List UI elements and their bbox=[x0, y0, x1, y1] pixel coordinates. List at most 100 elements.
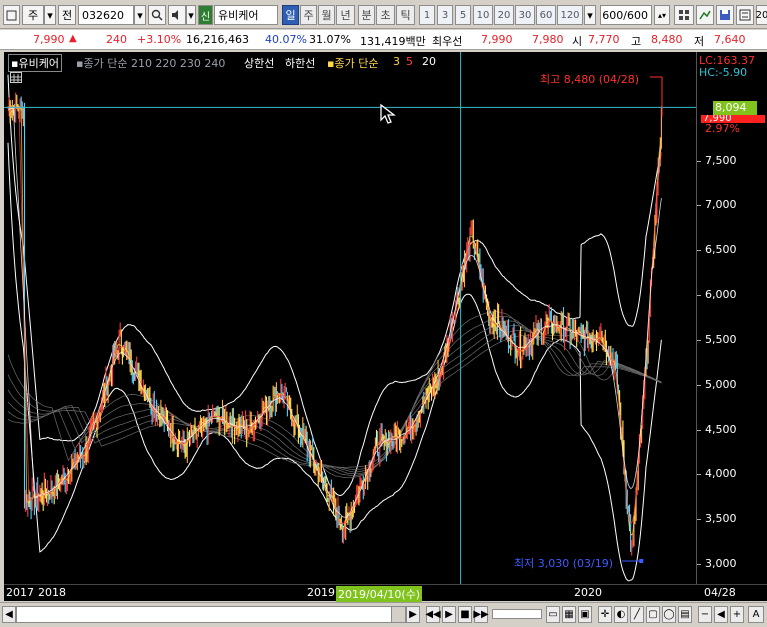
y-tick bbox=[697, 160, 701, 162]
x-label-2020: 2020 bbox=[574, 586, 602, 599]
best-bid: 7,990 bbox=[481, 33, 513, 46]
text-tool-icon[interactable]: ▤ bbox=[678, 606, 692, 623]
y-tick-label: 7,500 bbox=[705, 153, 737, 167]
high-price: 8,480 bbox=[651, 33, 683, 46]
stop-icon[interactable]: ■ bbox=[458, 606, 472, 623]
toolbar: 주 ▾ 전 032620 ▾ ▾ 신 유비케어 일 주 월 년 분 초 틱 1 … bbox=[0, 0, 767, 29]
quote-bar: 7,990 ▲ 240 +3.10% 16,216,463 40.07% 31.… bbox=[0, 30, 767, 50]
low-marker bbox=[639, 559, 644, 563]
period-month[interactable]: 월 bbox=[318, 5, 335, 25]
change-percent: +3.10% bbox=[137, 33, 182, 46]
scroll-end-icon[interactable]: ◀ bbox=[714, 606, 728, 623]
scroll-left-icon[interactable]: ◀ bbox=[2, 606, 16, 623]
date-axis[interactable]: 2017 2018 2019 2019/04/10(수) 2020 04/28 bbox=[4, 584, 767, 602]
y-tick-label: 4,500 bbox=[705, 422, 737, 436]
speaker-icon[interactable] bbox=[168, 5, 186, 25]
plot-svg bbox=[4, 52, 696, 584]
y-tick-label: 5,000 bbox=[705, 377, 737, 391]
y-tick bbox=[697, 250, 701, 252]
window-icon[interactable] bbox=[3, 5, 20, 25]
price-axis[interactable]: LC:163.37 HC:-5.90 8,094 7,990 2.97% 7,5… bbox=[696, 52, 767, 584]
mode-select[interactable]: 전 bbox=[58, 5, 76, 25]
open-label: 시 bbox=[572, 35, 583, 48]
minute-step-120[interactable]: 120 bbox=[557, 5, 583, 25]
market-select[interactable]: 주 bbox=[22, 5, 44, 25]
y-tick bbox=[697, 205, 701, 207]
change-value: 240 bbox=[106, 33, 127, 46]
period-week[interactable]: 주 bbox=[300, 5, 317, 25]
bottom-toolbar: ◀ ▶ ◀◀ ▶ ■ ▶▶ ▭ ▦ ▣ ✛ ◐ ╱ ▢ ◯ ▤ − ◀ + A bbox=[0, 602, 767, 627]
x-label-last-date: 04/28 bbox=[704, 586, 736, 599]
rectangle-icon[interactable]: ▢ bbox=[646, 606, 660, 623]
save-icon[interactable] bbox=[716, 5, 734, 25]
auto-scale-icon[interactable]: A bbox=[748, 606, 764, 623]
grid-tools-icon[interactable] bbox=[674, 5, 694, 25]
code-input[interactable]: 032620 bbox=[78, 5, 134, 25]
price-chart[interactable]: ▪유비케어 ▪종가 단순 210 220 230 240 상한선 하한선 ▪종가… bbox=[4, 52, 696, 584]
y-tick-label: 6,000 bbox=[705, 288, 737, 302]
volume: 16,216,463 bbox=[186, 33, 249, 46]
y-tick bbox=[697, 474, 701, 476]
minute-step-60[interactable]: 60 bbox=[536, 5, 556, 25]
minute-step-5[interactable]: 5 bbox=[455, 5, 471, 25]
crosshair-icon[interactable]: ✛ bbox=[598, 606, 612, 623]
x-label-2017: 2017 bbox=[6, 586, 34, 599]
lower-band-line bbox=[7, 142, 662, 582]
zoom-in-icon[interactable]: + bbox=[730, 606, 744, 623]
current-price: 7,990 bbox=[33, 33, 65, 46]
y-tick bbox=[697, 384, 701, 386]
low-label: 저 bbox=[694, 35, 705, 48]
minute-step-20[interactable]: 20 bbox=[494, 5, 514, 25]
y-tick bbox=[697, 295, 701, 297]
period-tick[interactable]: 틱 bbox=[396, 5, 415, 25]
speed-slider[interactable] bbox=[492, 609, 542, 619]
period-year[interactable]: 년 bbox=[336, 5, 355, 25]
horizontal-scrollbar[interactable] bbox=[16, 606, 406, 623]
period-day[interactable]: 일 bbox=[282, 5, 299, 25]
x-label-2018: 2018 bbox=[38, 586, 66, 599]
turnover-rate: 40.07% bbox=[265, 33, 307, 46]
zoom-out-icon[interactable]: − bbox=[698, 606, 712, 623]
cursor-date-box: 2019/04/10(수) bbox=[336, 586, 423, 602]
more-button[interactable]: 20 bbox=[756, 5, 767, 25]
minute-step-30[interactable]: 30 bbox=[515, 5, 535, 25]
stepper-icon[interactable]: ▴▾ bbox=[654, 5, 670, 25]
screenshot-icon[interactable]: ▣ bbox=[578, 606, 592, 623]
y-tick-label: 4,000 bbox=[705, 467, 737, 481]
volume-ratio: 31.07% bbox=[309, 33, 351, 46]
stock-name-field[interactable]: 유비케어 bbox=[214, 5, 278, 25]
count-input[interactable]: 600/600 bbox=[600, 5, 652, 25]
zoom-fit-icon[interactable]: ▭ bbox=[546, 606, 560, 623]
y-tick bbox=[697, 339, 701, 341]
last-icon[interactable]: ▶▶ bbox=[473, 606, 489, 623]
chart-window: 주 ▾ 전 032620 ▾ ▾ 신 유비케어 일 주 월 년 분 초 틱 1 … bbox=[0, 0, 767, 627]
y-tick bbox=[697, 564, 701, 566]
upper-band-line bbox=[7, 74, 662, 497]
draw-line-icon[interactable]: ╱ bbox=[630, 606, 644, 623]
compare-icon[interactable] bbox=[696, 5, 714, 25]
minute-step-1[interactable]: 1 bbox=[419, 5, 435, 25]
chevron-down-icon[interactable]: ▾ bbox=[44, 5, 56, 25]
ellipse-icon[interactable]: ◯ bbox=[662, 606, 676, 623]
scroll-right-icon[interactable]: ▶ bbox=[406, 606, 420, 623]
minute-step-10[interactable]: 10 bbox=[473, 5, 493, 25]
y-tick-label: 7,000 bbox=[705, 198, 737, 212]
zoom-area-icon[interactable]: ▦ bbox=[562, 606, 576, 623]
scroll-thumb[interactable] bbox=[391, 607, 405, 622]
play-icon[interactable]: ▶ bbox=[442, 606, 456, 623]
settings-icon[interactable] bbox=[736, 5, 754, 25]
search-icon[interactable] bbox=[148, 5, 166, 25]
period-minute[interactable]: 분 bbox=[358, 5, 375, 25]
chevron-down-icon[interactable]: ▾ bbox=[134, 5, 146, 25]
chevron-down-icon[interactable]: ▾ bbox=[186, 5, 196, 25]
first-icon[interactable]: ◀◀ bbox=[425, 606, 441, 623]
magnet-icon[interactable]: ◐ bbox=[614, 606, 628, 623]
period-second[interactable]: 초 bbox=[376, 5, 395, 25]
cursor-price-box: 8,094 bbox=[713, 101, 757, 115]
y-tick-label: 5,500 bbox=[705, 332, 737, 346]
chevron-down-icon[interactable]: ▾ bbox=[584, 5, 596, 25]
minute-step-3[interactable]: 3 bbox=[437, 5, 453, 25]
y-tick bbox=[697, 429, 701, 431]
low-annotation: 최저 3,030 (03/19) bbox=[514, 557, 614, 570]
best-ask: 7,980 bbox=[532, 33, 564, 46]
